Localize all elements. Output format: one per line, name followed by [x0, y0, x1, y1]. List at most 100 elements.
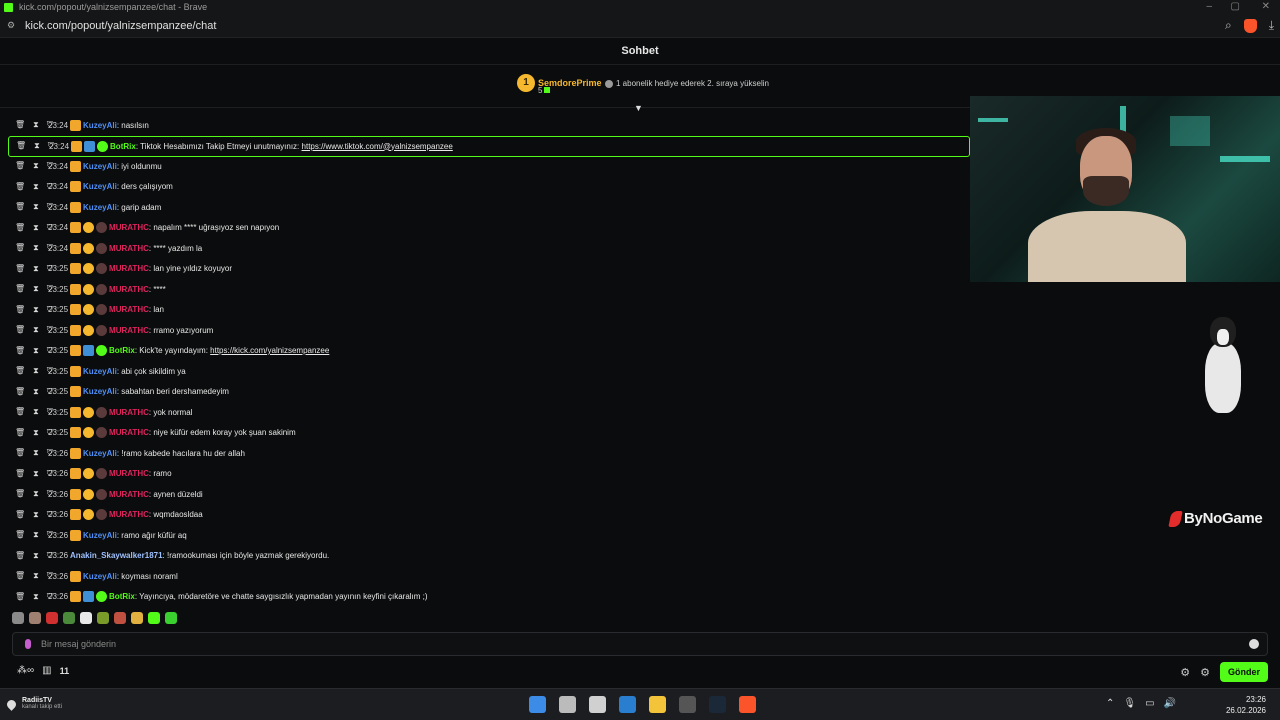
maximize-icon[interactable]: ▢ [1231, 1, 1240, 12]
obs-icon[interactable] [679, 696, 696, 713]
send-button[interactable]: Gönder [1219, 662, 1268, 682]
file-explorer-icon[interactable] [649, 696, 666, 713]
timeout-icon[interactable]: ⧗ [33, 551, 39, 561]
delete-icon[interactable]: 🗑 [16, 141, 26, 151]
emote-icon[interactable] [12, 612, 24, 624]
message-username[interactable]: MURATHC [109, 264, 149, 273]
timeout-icon[interactable]: ⧗ [33, 571, 39, 581]
chat-message[interactable]: 🗑 ⧗ ⛉ 23:26 MURATHC: ramo [8, 464, 172, 484]
chat-message[interactable]: 🗑 ⧗ ⛉ 23:26 BotRix: Yayıncıya, mödaretöre ve… [8, 587, 428, 607]
emote-icon[interactable] [165, 612, 177, 624]
message-link[interactable]: https://kick.com/yalnizsempanzee [210, 346, 329, 355]
chat-message[interactable]: 🗑 ⧗ ⛉ 23:26 KuzeyAli: ramo ağır küfür aq [8, 525, 187, 545]
site-info-icon[interactable]: ⚙ [7, 20, 17, 31]
mod-settings-icon[interactable]: ⚙ [1200, 666, 1210, 679]
chat-message[interactable]: 🗑 ⧗ ⛉ 23:26 Anakin_Skaywalker1871: !ramookum… [8, 546, 329, 566]
delete-icon[interactable]: 🗑 [15, 120, 25, 130]
chat-message[interactable]: 🗑 ⧗ ⛉ 23:25 MURATHC: lan yine yıldız koyuyor [8, 259, 232, 279]
emote-icon[interactable] [63, 612, 75, 624]
delete-icon[interactable]: 🗑 [15, 510, 25, 520]
chat-message[interactable]: 🗑 ⧗ ⛉ 23:25 MURATHC: rramo yazıyorum [8, 320, 213, 340]
chat-message[interactable]: 🗑 ⧗ ⛉ 23:24 BotRix: Tiktok Hesabımızı Takip … [8, 135, 970, 157]
chat-message[interactable]: 🗑 ⧗ ⛉ 23:24 KuzeyAli: ders çalışıyom [8, 177, 173, 197]
delete-icon[interactable]: 🗑 [15, 305, 25, 315]
timeout-icon[interactable]: ⧗ [33, 120, 39, 130]
message-username[interactable]: MURATHC [109, 223, 149, 232]
scroll-down-icon[interactable]: ▼ [634, 103, 643, 113]
emote-icon[interactable] [114, 612, 126, 624]
chat-settings-icon[interactable]: ⚙ [1180, 666, 1190, 679]
message-username[interactable]: MURATHC [109, 305, 149, 314]
display-icon[interactable]: ▭ [1145, 698, 1154, 709]
timeout-icon[interactable]: ⧗ [33, 366, 39, 376]
zoom-icon[interactable]: ⌕ [1225, 18, 1232, 33]
timeout-icon[interactable]: ⧗ [33, 592, 39, 602]
timeout-icon[interactable]: ⧗ [33, 387, 39, 397]
timeout-icon[interactable]: ⧗ [33, 202, 39, 212]
message-username[interactable]: KuzeyAli [83, 531, 117, 540]
delete-icon[interactable]: 🗑 [15, 243, 25, 253]
snipping-tool-icon[interactable] [589, 696, 606, 713]
message-username[interactable]: KuzeyAli [83, 387, 117, 396]
chat-message[interactable]: 🗑 ⧗ ⛉ 23:24 KuzeyAli: nasılsın [8, 115, 149, 135]
delete-icon[interactable]: 🗑 [15, 571, 25, 581]
chat-message[interactable]: 🗑 ⧗ ⛉ 23:25 MURATHC: yok normal [8, 402, 192, 422]
emoji-picker-icon[interactable] [1249, 639, 1259, 649]
task-view-icon[interactable] [559, 696, 576, 713]
chat-message[interactable]: 🗑 ⧗ ⛉ 23:24 KuzeyAli: garip adam [8, 197, 161, 217]
chat-message[interactable]: 🗑 ⧗ ⛉ 23:25 KuzeyAli: sabahtan beri dershame… [8, 382, 229, 402]
message-username[interactable]: KuzeyAli [83, 367, 117, 376]
brave-icon[interactable] [739, 696, 756, 713]
timeout-icon[interactable]: ⧗ [33, 530, 39, 540]
delete-icon[interactable]: 🗑 [15, 428, 25, 438]
timeout-icon[interactable]: ⧗ [33, 469, 39, 479]
top-gifter[interactable]: 1 SemdorePrime 5 [517, 74, 602, 95]
message-username[interactable]: MURATHC [109, 428, 149, 437]
url-text[interactable]: kick.com/popout/yalnizsempanzee/chat [25, 20, 216, 32]
message-username[interactable]: MURATHC [109, 326, 149, 335]
timeout-icon[interactable]: ⧗ [33, 223, 39, 233]
timeout-icon[interactable]: ⧗ [33, 325, 39, 335]
message-username[interactable]: Anakin_Skaywalker1871 [70, 551, 163, 560]
delete-icon[interactable]: 🗑 [15, 551, 25, 561]
delete-icon[interactable]: 🗑 [15, 530, 25, 540]
close-icon[interactable]: ✕ [1262, 1, 1270, 12]
delete-icon[interactable]: 🗑 [15, 346, 25, 356]
delete-icon[interactable]: 🗑 [15, 387, 25, 397]
delete-icon[interactable]: 🗑 [15, 202, 25, 212]
message-username[interactable]: KuzeyAli [83, 182, 117, 191]
chat-message[interactable]: 🗑 ⧗ ⛉ 23:24 MURATHC: **** yazdım la [8, 238, 202, 258]
timeout-icon[interactable]: ⧗ [33, 346, 39, 356]
points-infinity-icon[interactable]: ⁂∞ [17, 665, 34, 676]
chat-message[interactable]: 🗑 ⧗ ⛉ 23:26 KuzeyAli: !ramo kabede hacılara … [8, 443, 245, 463]
volume-icon[interactable]: 🔊 [1164, 698, 1176, 709]
timeout-icon[interactable]: ⧗ [33, 489, 39, 499]
timeout-icon[interactable]: ⧗ [33, 284, 39, 294]
message-username[interactable]: BotRix [110, 142, 136, 151]
emote-icon[interactable] [97, 612, 109, 624]
chat-message[interactable]: 🗑 ⧗ ⛉ 23:26 MURATHC: aynen düzeldi [8, 484, 203, 504]
timeout-icon[interactable]: ⧗ [33, 243, 39, 253]
message-username[interactable]: KuzeyAli [83, 449, 117, 458]
message-username[interactable]: MURATHC [109, 285, 149, 294]
delete-icon[interactable]: 🗑 [15, 489, 25, 499]
message-username[interactable]: MURATHC [109, 408, 149, 417]
delete-icon[interactable]: 🗑 [15, 284, 25, 294]
chat-message[interactable]: 🗑 ⧗ ⛉ 23:26 MURATHC: wqmdaosldaa [8, 505, 203, 525]
message-username[interactable]: MURATHC [109, 490, 149, 499]
address-bar[interactable]: ⚙ kick.com/popout/yalnizsempanzee/chat ⌕… [0, 14, 1280, 38]
message-username[interactable]: BotRix [109, 346, 135, 355]
timeout-icon[interactable]: ⧗ [33, 448, 39, 458]
timeout-icon[interactable]: ⧗ [33, 182, 39, 192]
photos-icon[interactable] [619, 696, 636, 713]
delete-icon[interactable]: 🗑 [15, 223, 25, 233]
download-icon[interactable]: ⤓ [1269, 18, 1274, 33]
delete-icon[interactable]: 🗑 [15, 448, 25, 458]
gift-prompt[interactable]: 1 abonelik hediye ederek 2. sıraya yükse… [605, 79, 769, 88]
microphone-icon[interactable] [25, 639, 31, 649]
delete-icon[interactable]: 🗑 [15, 325, 25, 335]
delete-icon[interactable]: 🗑 [15, 264, 25, 274]
chat-message[interactable]: 🗑 ⧗ ⛉ 23:26 KuzeyAli: koyması noraml [8, 566, 178, 586]
timeout-icon[interactable]: ⧗ [33, 305, 39, 315]
microphone-tray-icon[interactable]: 🎙 [1123, 698, 1136, 709]
